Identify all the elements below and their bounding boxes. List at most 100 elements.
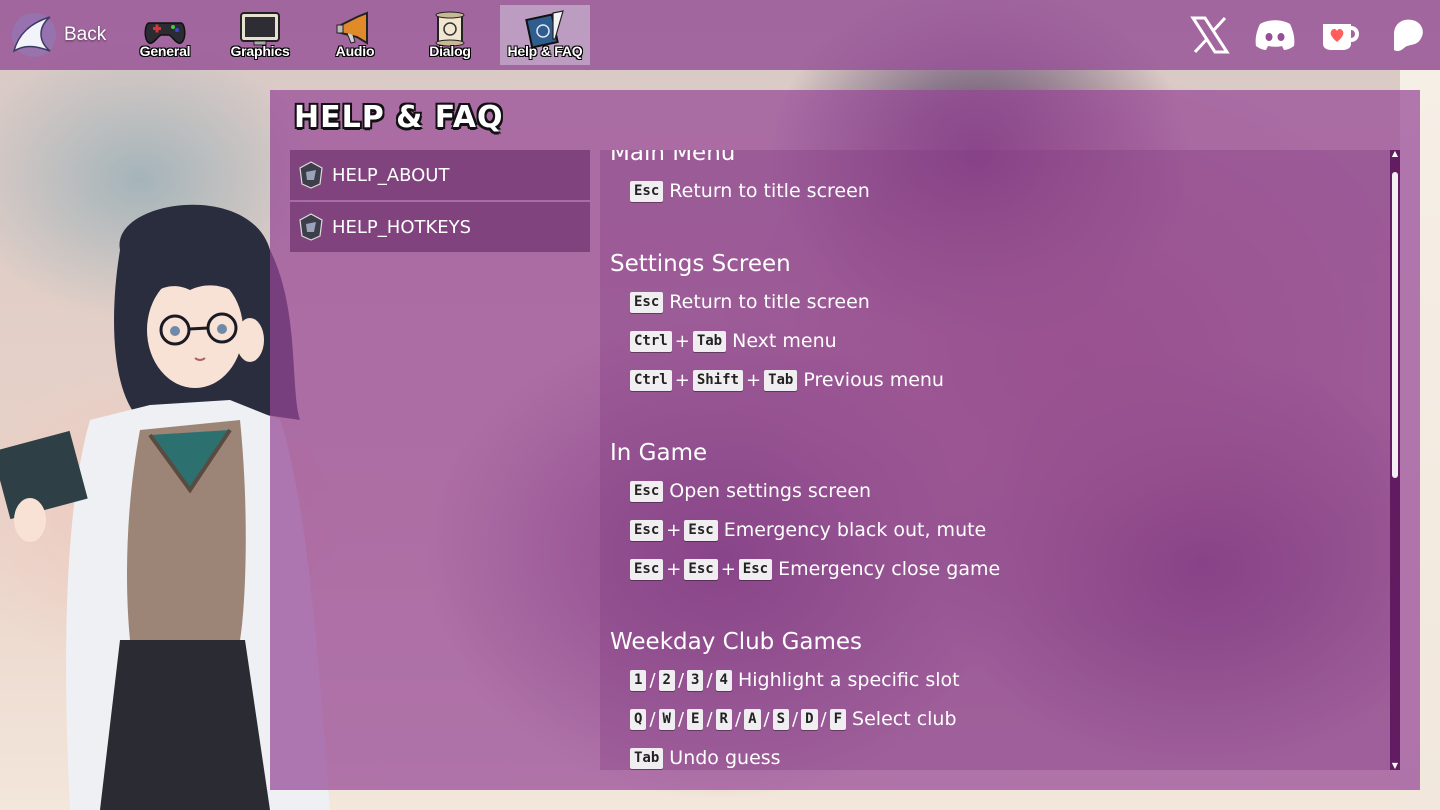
tab-help-faq[interactable]: Help & FAQ [500,5,590,65]
key-separator: / [677,709,685,730]
key-cap: Tab [764,370,798,391]
hotkey-row: Esc + Esc Emergency black out, mute [610,511,1380,550]
key-cap: Esc [630,481,664,502]
key-separator: + [720,559,736,580]
kofi-icon[interactable] [1317,12,1363,58]
key-cap: Ctrl [630,370,672,391]
hotkey-row: Esc Return to title screen [610,283,1380,322]
key-separator: + [745,370,762,391]
hotkey-row: Esc Open settings screen [610,472,1380,511]
hotkey-description: Highlight a specific slot [737,669,960,691]
key-cap: Esc [684,520,718,541]
key-cap: Esc [684,559,718,580]
x-icon[interactable] [1187,12,1233,58]
key-cap: Ctrl [630,331,672,352]
section-title: Settings Screen [610,251,791,277]
menu-item-help-about[interactable]: HELP_ABOUT [290,150,590,200]
key-separator: / [820,709,827,730]
help-faq-panel: HELP & FAQ HELP_ABOUT HELP_HOTKEYS Main … [270,90,1420,790]
tab-graphics-label: Graphics [230,43,290,59]
menu-item-label: HELP_ABOUT [332,164,450,186]
scroll-up-arrow-icon[interactable]: ▲ [1391,150,1399,158]
key-cap: F [829,709,847,730]
key-cap: 1 [630,670,647,691]
panel-title: HELP & FAQ [294,100,504,135]
badge-icon [299,161,323,189]
hotkey-description: Previous menu [803,369,944,391]
section-title: Main Menu [610,150,736,166]
key-cap: Tab [692,331,727,352]
tab-graphics[interactable]: Graphics [215,5,305,65]
tab-general[interactable]: General [120,5,210,65]
hotkey-description: Undo guess [669,747,781,769]
key-separator: + [674,331,690,352]
key-cap: 4 [715,670,732,691]
key-cap: Esc [738,559,773,580]
hotkey-description: Emergency close game [778,558,1001,580]
section-title: Weekday Club Games [610,629,863,655]
section-title: In Game [610,440,708,466]
key-cap: A [744,709,761,730]
key-separator: / [677,670,685,691]
key-cap: D [801,709,818,730]
key-separator: / [706,709,713,730]
back-arrow-icon [12,13,56,57]
key-cap: W [658,709,675,730]
top-navigation-bar: Back General Graphics Audio Dialog Help … [0,0,1440,70]
hotkey-row: Ctrl + Shift + Tab Previous menu [610,361,1380,400]
hotkey-row: 1/2/3/4 Highlight a specific slot [610,661,1380,700]
hotkey-row: Ctrl + Tab Next menu [610,322,1380,361]
key-separator: / [649,670,656,691]
back-button[interactable]: Back [10,10,110,60]
key-cap: Shift [692,370,743,391]
key-cap: Esc [630,520,664,541]
tab-dialog[interactable]: Dialog [405,5,495,65]
hotkey-row: Esc Return to title screen [610,172,1380,211]
hotkey-description: Next menu [732,330,837,352]
key-cap: S [772,709,790,730]
key-separator: + [666,520,682,541]
key-separator: / [649,709,656,730]
key-separator: / [763,709,770,730]
hotkey-description: Select club [852,708,957,730]
badge-icon [299,213,323,241]
key-separator: + [666,559,682,580]
key-separator: / [706,670,713,691]
back-label: Back [64,24,107,45]
discord-icon[interactable] [1252,12,1298,58]
key-cap: E [687,709,704,730]
key-cap: Tab [630,748,664,769]
hotkey-description: Return to title screen [669,180,870,202]
hotkey-description: Return to title screen [669,291,870,313]
hotkeys-content: Main Menu Esc Return to title screen Settin… [600,150,1390,770]
key-cap: Q [630,709,647,730]
tab-audio[interactable]: Audio [310,5,400,65]
tab-help-faq-label: Help & FAQ [507,43,583,59]
key-separator: / [792,709,799,730]
content-scrollbar[interactable]: ▲ ▼ [1390,150,1400,770]
key-separator: + [674,370,690,391]
menu-item-help-hotkeys[interactable]: HELP_HOTKEYS [290,202,590,252]
key-cap: 3 [687,670,704,691]
hotkey-description: Open settings screen [669,480,872,502]
scroll-down-arrow-icon[interactable]: ▼ [1391,762,1399,770]
key-cap: Esc [630,559,664,580]
hotkey-row: Q / W / E / R / A / S / D / F Select club [610,700,1380,739]
hotkey-row: Esc + Esc + Esc Emergency close game [610,550,1380,589]
tab-general-label: General [139,43,191,59]
menu-item-label: HELP_HOTKEYS [332,216,472,238]
scroll-thumb[interactable] [1392,172,1398,478]
key-separator: / [734,709,742,730]
hotkey-description: Emergency black out, mute [723,519,987,541]
patreon-icon[interactable] [1384,12,1430,58]
key-cap: Esc [630,292,664,313]
hotkeys-list: Main Menu Esc Return to title screen Settin… [610,150,1380,770]
tab-dialog-label: Dialog [429,43,471,59]
key-cap: R [715,709,732,730]
tab-audio-label: Audio [335,43,375,59]
key-cap: 2 [658,670,675,691]
hotkey-row: Tab Undo guess [610,739,1380,770]
